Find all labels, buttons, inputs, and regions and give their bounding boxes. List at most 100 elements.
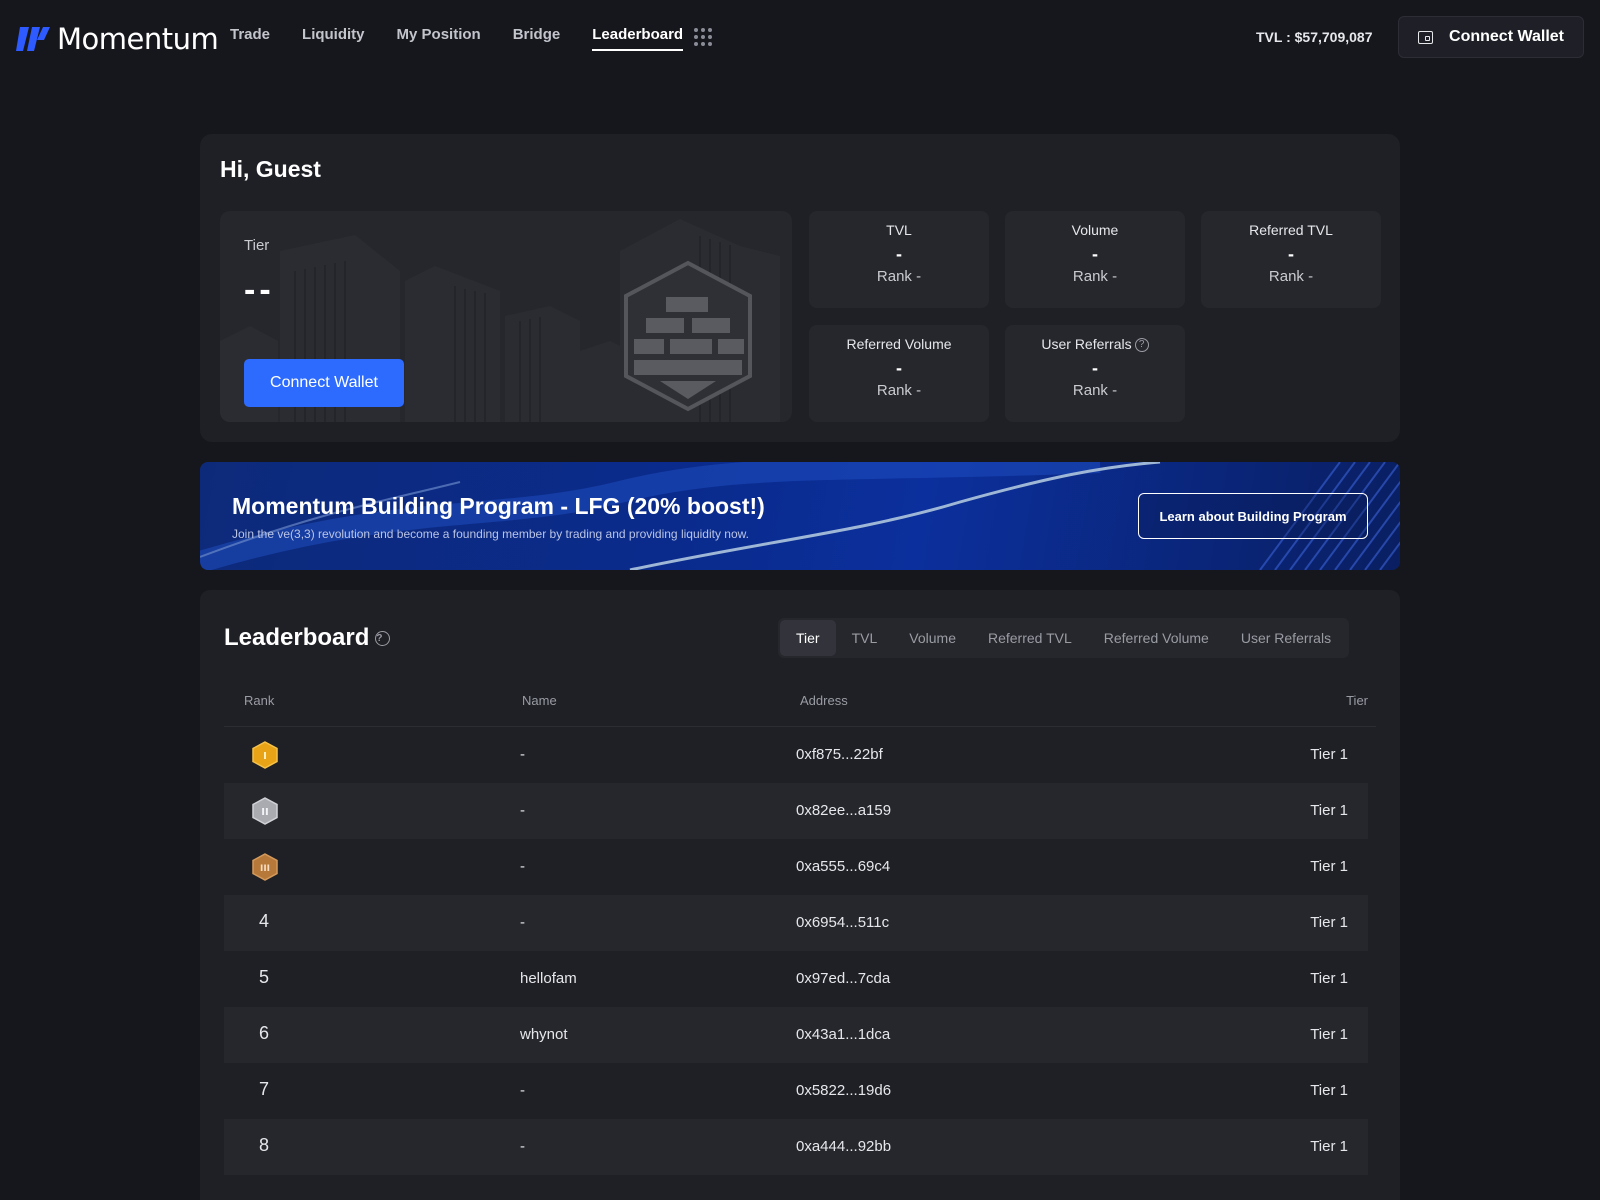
table-row[interactable]: I - 0xf875...22bf Tier 1	[224, 727, 1368, 783]
total-tvl: TVL : $57,709,087	[1256, 29, 1373, 45]
tab-tier[interactable]: Tier	[780, 620, 836, 656]
svg-text:II: II	[261, 807, 268, 818]
row-tier: Tier 1	[1310, 1138, 1348, 1155]
stat-value: -	[1092, 244, 1098, 264]
row-tier: Tier 1	[1310, 970, 1348, 987]
stat-value: -	[896, 244, 902, 264]
table-row[interactable]: 8 - 0xa444...92bb Tier 1	[224, 1119, 1368, 1175]
help-icon[interactable]: ?	[375, 631, 391, 646]
row-name: -	[520, 858, 525, 875]
nav-link-my-position[interactable]: My Position	[397, 26, 481, 51]
greeting: Hi, Guest	[220, 156, 321, 182]
column-header-rank[interactable]: Rank	[244, 693, 274, 708]
stat-title: Volume	[1071, 222, 1119, 238]
banner-title: Momentum Building Program - LFG (20% boo…	[232, 493, 765, 519]
connect-wallet-label: Connect Wallet	[1449, 28, 1564, 45]
banner-subtitle: Join the ve(3,3) revolution and become a…	[232, 527, 749, 541]
row-name: -	[520, 1138, 525, 1155]
row-rank: 8	[258, 1135, 269, 1155]
connect-wallet-button[interactable]: Connect Wallet	[1398, 16, 1584, 58]
stat-rank: Rank -	[1268, 268, 1314, 285]
building-program-banner: Momentum Building Program - LFG (20% boo…	[200, 462, 1400, 570]
user-summary-card: Hi, Guest Tier -- Connect Wallet TVL - R…	[200, 134, 1400, 442]
row-name: -	[520, 802, 525, 819]
row-rank: 4	[258, 911, 269, 931]
table-row[interactable]: 6 whynot 0x43a1...1dca Tier 1	[224, 1007, 1368, 1063]
learn-building-program-button[interactable]: Learn about Building Program	[1138, 493, 1368, 539]
stat-title: User Referrals?	[1005, 336, 1185, 353]
column-header-tier[interactable]: Tier	[1346, 693, 1368, 708]
help-icon[interactable]: ?	[1134, 338, 1149, 353]
top-nav: Momentum Trade Liquidity My Position Bri…	[0, 0, 1600, 74]
row-address[interactable]: 0x6954...511c	[796, 914, 889, 931]
nav-links: Trade Liquidity My Position Bridge Leade…	[230, 26, 715, 51]
row-address[interactable]: 0x97ed...7cda	[796, 970, 890, 987]
stat-volume: Volume - Rank -	[1005, 211, 1185, 308]
row-address[interactable]: 0x82ee...a159	[796, 802, 891, 819]
brand-name: Momentum	[57, 22, 219, 56]
column-header-address[interactable]: Address	[800, 693, 848, 708]
stat-title: Referred Volume	[846, 336, 952, 352]
table-row[interactable]: III - 0xa555...69c4 Tier 1	[224, 839, 1368, 895]
row-rank: 5	[258, 967, 269, 987]
stat-rank: Rank -	[1072, 382, 1118, 400]
table-row[interactable]: 7 - 0x5822...19d6 Tier 1	[224, 1063, 1368, 1119]
nav-link-trade[interactable]: Trade	[230, 26, 270, 51]
row-address[interactable]: 0xa444...92bb	[796, 1138, 891, 1155]
row-tier: Tier 1	[1310, 1082, 1348, 1099]
stat-title: TVL	[886, 222, 912, 238]
stat-title: Referred TVL	[1249, 222, 1333, 238]
leaderboard-title: Leaderboard?	[224, 624, 391, 652]
tier-label: Tier	[244, 237, 270, 254]
apps-grid-icon[interactable]	[694, 28, 712, 46]
row-tier: Tier 1	[1310, 746, 1348, 763]
row-address[interactable]: 0xf875...22bf	[796, 746, 883, 763]
row-name: -	[520, 746, 525, 763]
leaderboard-tabs: Tier TVL Volume Referred TVL Referred Vo…	[778, 618, 1350, 658]
tier-value: --	[244, 271, 275, 309]
row-name: hellofam	[520, 970, 577, 987]
row-tier: Tier 1	[1310, 914, 1348, 931]
row-address[interactable]: 0xa555...69c4	[796, 858, 890, 875]
silver-medal-icon: II	[252, 797, 278, 825]
nav-link-liquidity[interactable]: Liquidity	[302, 26, 365, 51]
row-tier: Tier 1	[1310, 858, 1348, 875]
table-row[interactable]: 4 - 0x6954...511c Tier 1	[224, 895, 1368, 951]
tab-tvl[interactable]: TVL	[836, 620, 894, 656]
row-address[interactable]: 0x5822...19d6	[796, 1082, 891, 1099]
row-tier: Tier 1	[1310, 802, 1348, 819]
tier-card: Tier -- Connect Wallet	[220, 211, 792, 422]
stat-value: -	[896, 358, 902, 378]
row-name: -	[520, 1082, 525, 1099]
stat-rank: Rank -	[876, 268, 922, 285]
row-rank: 7	[258, 1079, 269, 1099]
column-header-name[interactable]: Name	[522, 693, 557, 708]
svg-text:III: III	[260, 864, 270, 874]
brand-logo[interactable]: Momentum	[15, 22, 219, 56]
row-rank: 6	[258, 1023, 269, 1043]
table-row[interactable]: II - 0x82ee...a159 Tier 1	[224, 783, 1368, 839]
wallet-icon	[1418, 30, 1434, 44]
tab-referred-tvl[interactable]: Referred TVL	[972, 620, 1088, 656]
stat-user-referrals: User Referrals? - Rank -	[1005, 325, 1185, 422]
stat-rank: Rank -	[1072, 268, 1118, 285]
tier-badge-icon	[624, 260, 752, 412]
stat-tvl: TVL - Rank -	[809, 211, 989, 308]
leaderboard-section: Leaderboard? Tier TVL Volume Referred TV…	[200, 590, 1400, 1200]
row-name: whynot	[520, 1026, 568, 1043]
nav-link-leaderboard[interactable]: Leaderboard	[592, 26, 684, 51]
stat-rank: Rank -	[876, 382, 922, 399]
tab-volume[interactable]: Volume	[893, 620, 972, 656]
tab-referred-volume[interactable]: Referred Volume	[1088, 620, 1225, 656]
stat-title-text: User Referrals	[1041, 336, 1132, 352]
tab-user-referrals[interactable]: User Referrals	[1225, 620, 1347, 656]
momentum-logo-icon	[16, 27, 50, 51]
svg-text:I: I	[263, 751, 267, 762]
stat-value: -	[1288, 244, 1294, 264]
leaderboard-table: I - 0xf875...22bf Tier 1 II - 0x82ee...a…	[224, 727, 1368, 1175]
table-row[interactable]: 5 hellofam 0x97ed...7cda Tier 1	[224, 951, 1368, 1007]
hero-connect-wallet-button[interactable]: Connect Wallet	[244, 359, 404, 407]
row-address[interactable]: 0x43a1...1dca	[796, 1026, 890, 1043]
bronze-medal-icon: III	[252, 853, 278, 881]
nav-link-bridge[interactable]: Bridge	[513, 26, 561, 51]
